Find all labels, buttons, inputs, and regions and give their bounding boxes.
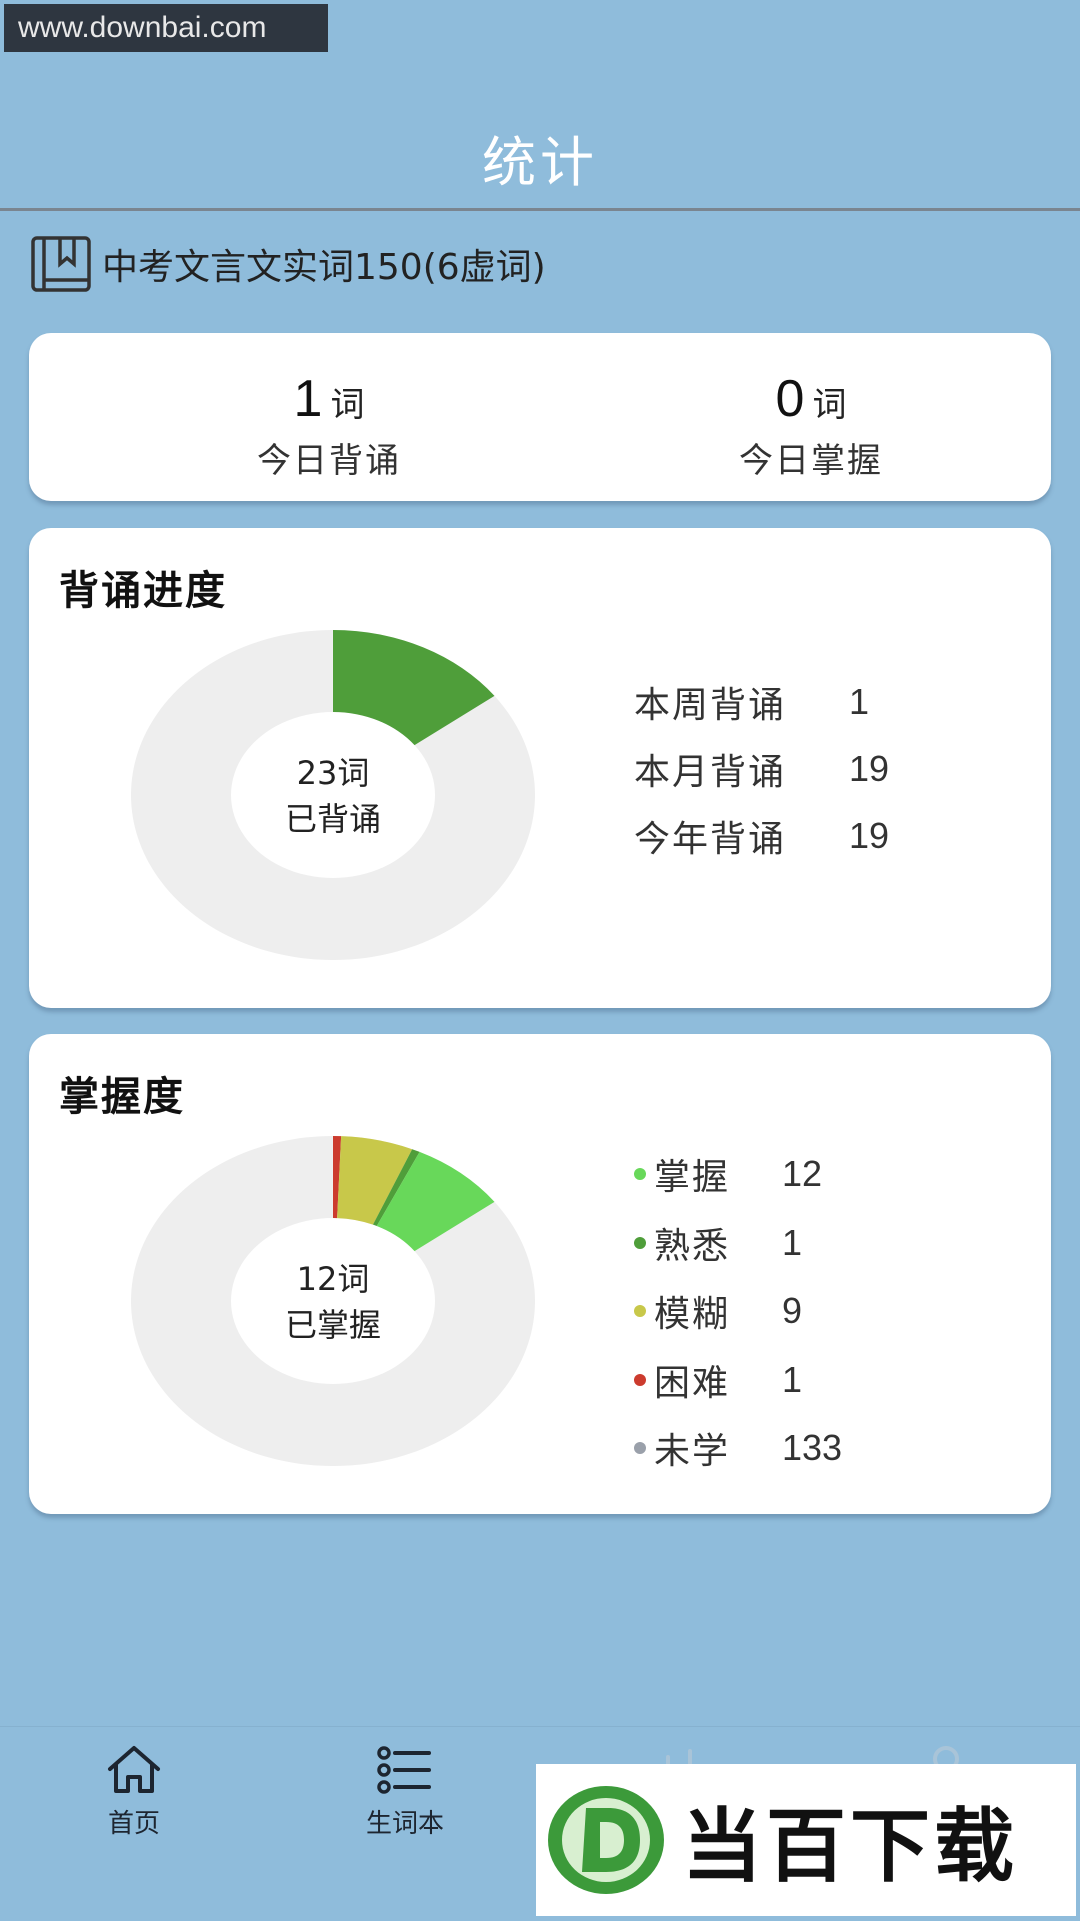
book-selector[interactable]: 中考文言文实词150(6虚词) — [30, 234, 546, 294]
today-master-unit: 词 — [812, 385, 847, 425]
legend-item-unlearned: 未学 133 — [634, 1414, 842, 1483]
today-recite-value: 1 — [293, 370, 323, 428]
stat-label: 今年背诵 — [634, 818, 787, 860]
legend-value: 12 — [782, 1153, 823, 1195]
legend-label: 困难 — [654, 1362, 731, 1404]
stat-row-year: 今年背诵 19 — [634, 802, 889, 869]
list-icon — [377, 1746, 431, 1794]
tab-vocabulary[interactable]: 生词本 — [325, 1743, 485, 1840]
download-logo-icon — [548, 1786, 664, 1894]
legend-label: 掌握 — [654, 1157, 731, 1199]
recite-period-stats: 本周背诵 1 本月背诵 19 今年背诵 19 — [634, 668, 889, 869]
tab-home[interactable]: 首页 — [54, 1743, 214, 1840]
watermark-logo: 当百下载 — [536, 1764, 1076, 1916]
header-divider — [0, 208, 1080, 211]
legend-value: 9 — [782, 1290, 803, 1332]
legend-item-difficult: 困难 1 — [634, 1346, 842, 1415]
mastery-legend: 掌握 12 熟悉 1 模糊 9 困难 1 未学 133 — [634, 1140, 842, 1483]
stat-value: 1 — [849, 680, 870, 722]
legend-dot — [634, 1373, 646, 1386]
mastery-center: 12词 已掌握 — [129, 1256, 537, 1348]
legend-dot — [634, 1168, 646, 1181]
stat-label: 本周背诵 — [634, 684, 787, 726]
today-master-label: 今日掌握 — [739, 441, 883, 481]
stat-label: 本月背诵 — [634, 751, 787, 793]
legend-value: 1 — [782, 1358, 803, 1400]
tab-label: 首页 — [107, 1809, 160, 1839]
legend-item-vague: 模糊 9 — [634, 1277, 842, 1346]
watermark-url: www.downbai.com — [4, 4, 328, 52]
stat-value: 19 — [849, 814, 890, 856]
recite-progress-caption: 已背诵 — [284, 800, 381, 838]
book-title: 中考文言文实词150(6虚词) — [102, 247, 546, 288]
mastery-caption: 已掌握 — [284, 1306, 381, 1344]
mastery-count: 12词 — [296, 1260, 370, 1298]
today-recite-stat: 1词 今日背诵 — [179, 369, 479, 482]
mastery-card: 掌握度 12词 已掌握 掌握 12 熟悉 1 模糊 9 困难 1 未学 133 — [29, 1034, 1051, 1514]
page-title: 统计 — [482, 131, 598, 194]
legend-dot — [634, 1305, 646, 1318]
legend-value: 133 — [782, 1427, 843, 1469]
watermark-logo-text: 当百下载 — [682, 1800, 1018, 1893]
legend-item-familiar: 熟悉 1 — [634, 1209, 842, 1278]
home-icon — [108, 1746, 160, 1793]
legend-label: 模糊 — [654, 1294, 731, 1336]
recite-progress-center: 23词 已背诵 — [129, 750, 537, 842]
legend-label: 熟悉 — [654, 1225, 731, 1267]
legend-label: 未学 — [654, 1431, 731, 1473]
stat-row-month: 本月背诵 19 — [634, 735, 889, 802]
recite-progress-title: 背诵进度 — [59, 568, 227, 614]
book-icon — [31, 236, 91, 292]
legend-value: 1 — [782, 1221, 803, 1263]
legend-dot — [634, 1236, 646, 1249]
recite-progress-count: 23词 — [296, 754, 370, 792]
today-stats-card: 1词 今日背诵 0词 今日掌握 — [29, 333, 1051, 501]
mastery-title: 掌握度 — [59, 1074, 185, 1120]
today-recite-label: 今日背诵 — [257, 441, 401, 481]
today-master-stat: 0词 今日掌握 — [661, 369, 961, 482]
legend-dot — [634, 1442, 646, 1455]
today-master-value: 0 — [775, 370, 805, 428]
tab-label: 生词本 — [365, 1809, 444, 1839]
today-recite-unit: 词 — [330, 385, 365, 425]
stat-row-week: 本周背诵 1 — [634, 668, 889, 735]
recite-progress-card: 背诵进度 23词 已背诵 本周背诵 1 本月背诵 19 今年背诵 19 — [29, 528, 1051, 1008]
legend-item-mastered: 掌握 12 — [634, 1140, 842, 1209]
stat-value: 19 — [849, 747, 890, 789]
